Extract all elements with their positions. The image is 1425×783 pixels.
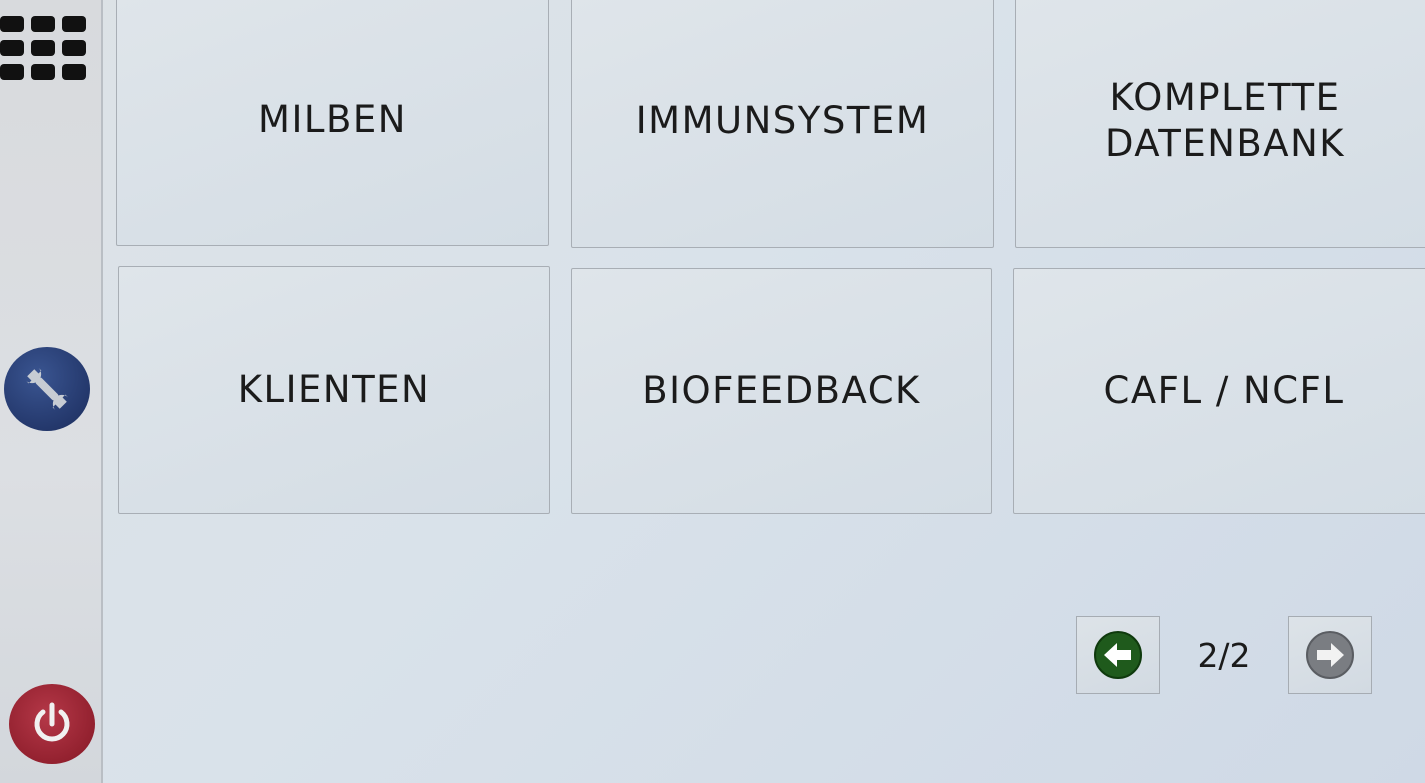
sidebar	[0, 0, 103, 783]
settings-button[interactable]	[4, 347, 90, 431]
tile-cafl-ncfl[interactable]: CAFL / NCFL	[1013, 268, 1425, 514]
arrow-left-icon	[1094, 631, 1142, 679]
tile-label: MILBEN	[258, 97, 407, 141]
tile-label: CAFL / NCFL	[1103, 368, 1345, 412]
tile-label: KOMPLETTE DATENBANK	[1104, 75, 1346, 165]
wrench-icon	[25, 367, 69, 411]
tile-label: KLIENTEN	[237, 367, 431, 411]
tile-label: BIOFEEDBACK	[642, 368, 921, 412]
arrow-right-icon	[1306, 631, 1354, 679]
tile-label: IMMUNSYSTEM	[635, 98, 930, 142]
tile-milben[interactable]: MILBEN	[116, 0, 549, 246]
grid-menu-icon[interactable]	[0, 16, 88, 82]
tile-klienten[interactable]: KLIENTEN	[118, 266, 550, 514]
app-screen: MILBEN IMMUNSYSTEM KOMPLETTE DATENBANK K…	[0, 0, 1425, 783]
prev-page-button[interactable]	[1076, 616, 1160, 694]
power-button[interactable]	[9, 684, 95, 764]
tile-immunsystem[interactable]: IMMUNSYSTEM	[571, 0, 994, 248]
page-indicator: 2/2	[1197, 636, 1251, 675]
next-page-button[interactable]	[1288, 616, 1372, 694]
power-icon	[34, 702, 70, 742]
tile-komplette-datenbank[interactable]: KOMPLETTE DATENBANK	[1015, 0, 1425, 248]
tile-biofeedback[interactable]: BIOFEEDBACK	[571, 268, 992, 514]
